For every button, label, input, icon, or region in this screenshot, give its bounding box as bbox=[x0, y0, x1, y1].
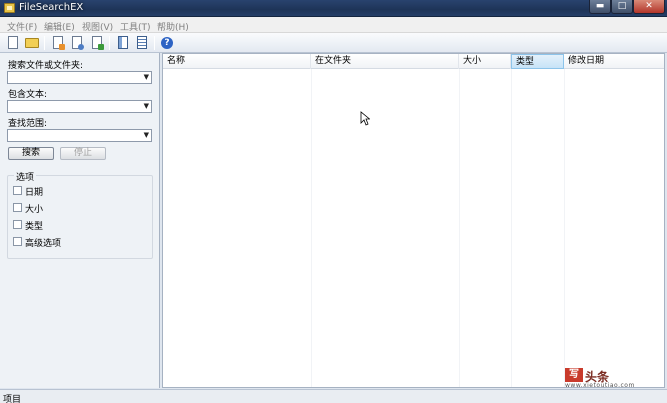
search-panel: 搜索文件或文件夹: ▼ 包含文本: ▼ 查找范围: ▼ 搜索 停止 选项 日期 … bbox=[0, 53, 160, 388]
toolbar-separator bbox=[154, 36, 155, 50]
mouse-cursor-icon bbox=[360, 111, 370, 126]
options-group: 选项 日期 大小 类型 高级选项 bbox=[7, 170, 153, 259]
size-checkbox[interactable] bbox=[13, 203, 22, 212]
new-document-icon bbox=[8, 36, 18, 49]
help-button[interactable]: ? bbox=[159, 35, 175, 51]
watermark: 写 头条 www.xietoutiao.com bbox=[555, 368, 655, 390]
contains-text-input[interactable]: ▼ bbox=[7, 100, 152, 113]
column-name[interactable]: 名称 bbox=[163, 54, 311, 69]
results-list[interactable]: 名称 在文件夹 大小 类型 修改日期 bbox=[162, 53, 665, 388]
search-input[interactable]: ▼ bbox=[7, 71, 152, 84]
menu-tools[interactable]: 工具(T) bbox=[120, 20, 151, 33]
column-divider bbox=[511, 69, 512, 387]
window-title: FileSearchEX bbox=[19, 2, 84, 13]
chevron-down-icon[interactable]: ▼ bbox=[144, 102, 149, 110]
option-advanced-label: 高级选项 bbox=[25, 239, 62, 249]
contains-label: 包含文本: bbox=[8, 90, 48, 100]
panel-left-button[interactable] bbox=[115, 35, 131, 51]
panel-left-icon bbox=[118, 36, 128, 49]
option-date-label: 日期 bbox=[25, 188, 44, 198]
document-orange-button[interactable] bbox=[50, 35, 66, 51]
green-badge bbox=[98, 44, 104, 50]
search-badge bbox=[78, 44, 84, 50]
location-label: 查找范围: bbox=[8, 119, 48, 129]
search-label: 搜索文件或文件夹: bbox=[8, 61, 84, 71]
panel-list-icon bbox=[137, 36, 147, 49]
advanced-checkbox[interactable] bbox=[13, 237, 22, 246]
column-divider bbox=[311, 69, 312, 387]
menu-view[interactable]: 视图(V) bbox=[82, 20, 113, 33]
watermark-url: www.xietoutiao.com bbox=[565, 382, 635, 389]
minimize-button[interactable]: ▬ bbox=[589, 0, 611, 14]
open-folder-icon bbox=[25, 38, 39, 48]
document-green-button[interactable] bbox=[89, 35, 105, 51]
column-size[interactable]: 大小 bbox=[459, 54, 511, 69]
stop-button[interactable]: 停止 bbox=[60, 147, 106, 160]
date-checkbox[interactable] bbox=[13, 186, 22, 195]
toolbar-separator bbox=[44, 36, 45, 50]
menu-bar: 文件(F) 编辑(E) 视图(V) 工具(T) 帮助(H) bbox=[0, 17, 667, 33]
help-icon: ? bbox=[161, 37, 173, 49]
toolbar-separator bbox=[109, 36, 110, 50]
menu-file[interactable]: 文件(F) bbox=[7, 20, 37, 33]
list-header: 名称 在文件夹 大小 类型 修改日期 bbox=[163, 54, 664, 69]
maximize-button[interactable]: □ bbox=[611, 0, 633, 14]
status-bar: 项目 bbox=[0, 389, 667, 403]
chevron-down-icon[interactable]: ▼ bbox=[144, 131, 149, 139]
column-divider bbox=[564, 69, 565, 387]
document-search-button[interactable] bbox=[69, 35, 85, 51]
column-modified[interactable]: 修改日期 bbox=[564, 54, 664, 69]
option-type-label: 类型 bbox=[25, 222, 44, 232]
location-input[interactable]: ▼ bbox=[7, 129, 152, 142]
app-icon bbox=[4, 3, 15, 13]
status-text: 项目 bbox=[3, 395, 22, 403]
search-button[interactable]: 搜索 bbox=[8, 147, 54, 160]
column-type[interactable]: 类型 bbox=[511, 54, 564, 69]
close-button[interactable]: ✕ bbox=[633, 0, 665, 14]
options-title: 选项 bbox=[14, 170, 37, 183]
type-checkbox[interactable] bbox=[13, 220, 22, 229]
orange-badge bbox=[59, 44, 65, 50]
toolbar: ? bbox=[0, 33, 667, 53]
watermark-logo: 写 bbox=[565, 368, 583, 382]
panel-list-button[interactable] bbox=[134, 35, 150, 51]
menu-help[interactable]: 帮助(H) bbox=[157, 20, 189, 33]
chevron-down-icon[interactable]: ▼ bbox=[144, 73, 149, 81]
menu-edit[interactable]: 编辑(E) bbox=[44, 20, 75, 33]
new-document-button[interactable] bbox=[5, 35, 21, 51]
column-folder[interactable]: 在文件夹 bbox=[311, 54, 459, 69]
option-size-label: 大小 bbox=[25, 205, 44, 215]
title-bar: FileSearchEX ▬ □ ✕ bbox=[0, 0, 667, 17]
open-folder-button[interactable] bbox=[24, 35, 40, 51]
column-divider bbox=[459, 69, 460, 387]
